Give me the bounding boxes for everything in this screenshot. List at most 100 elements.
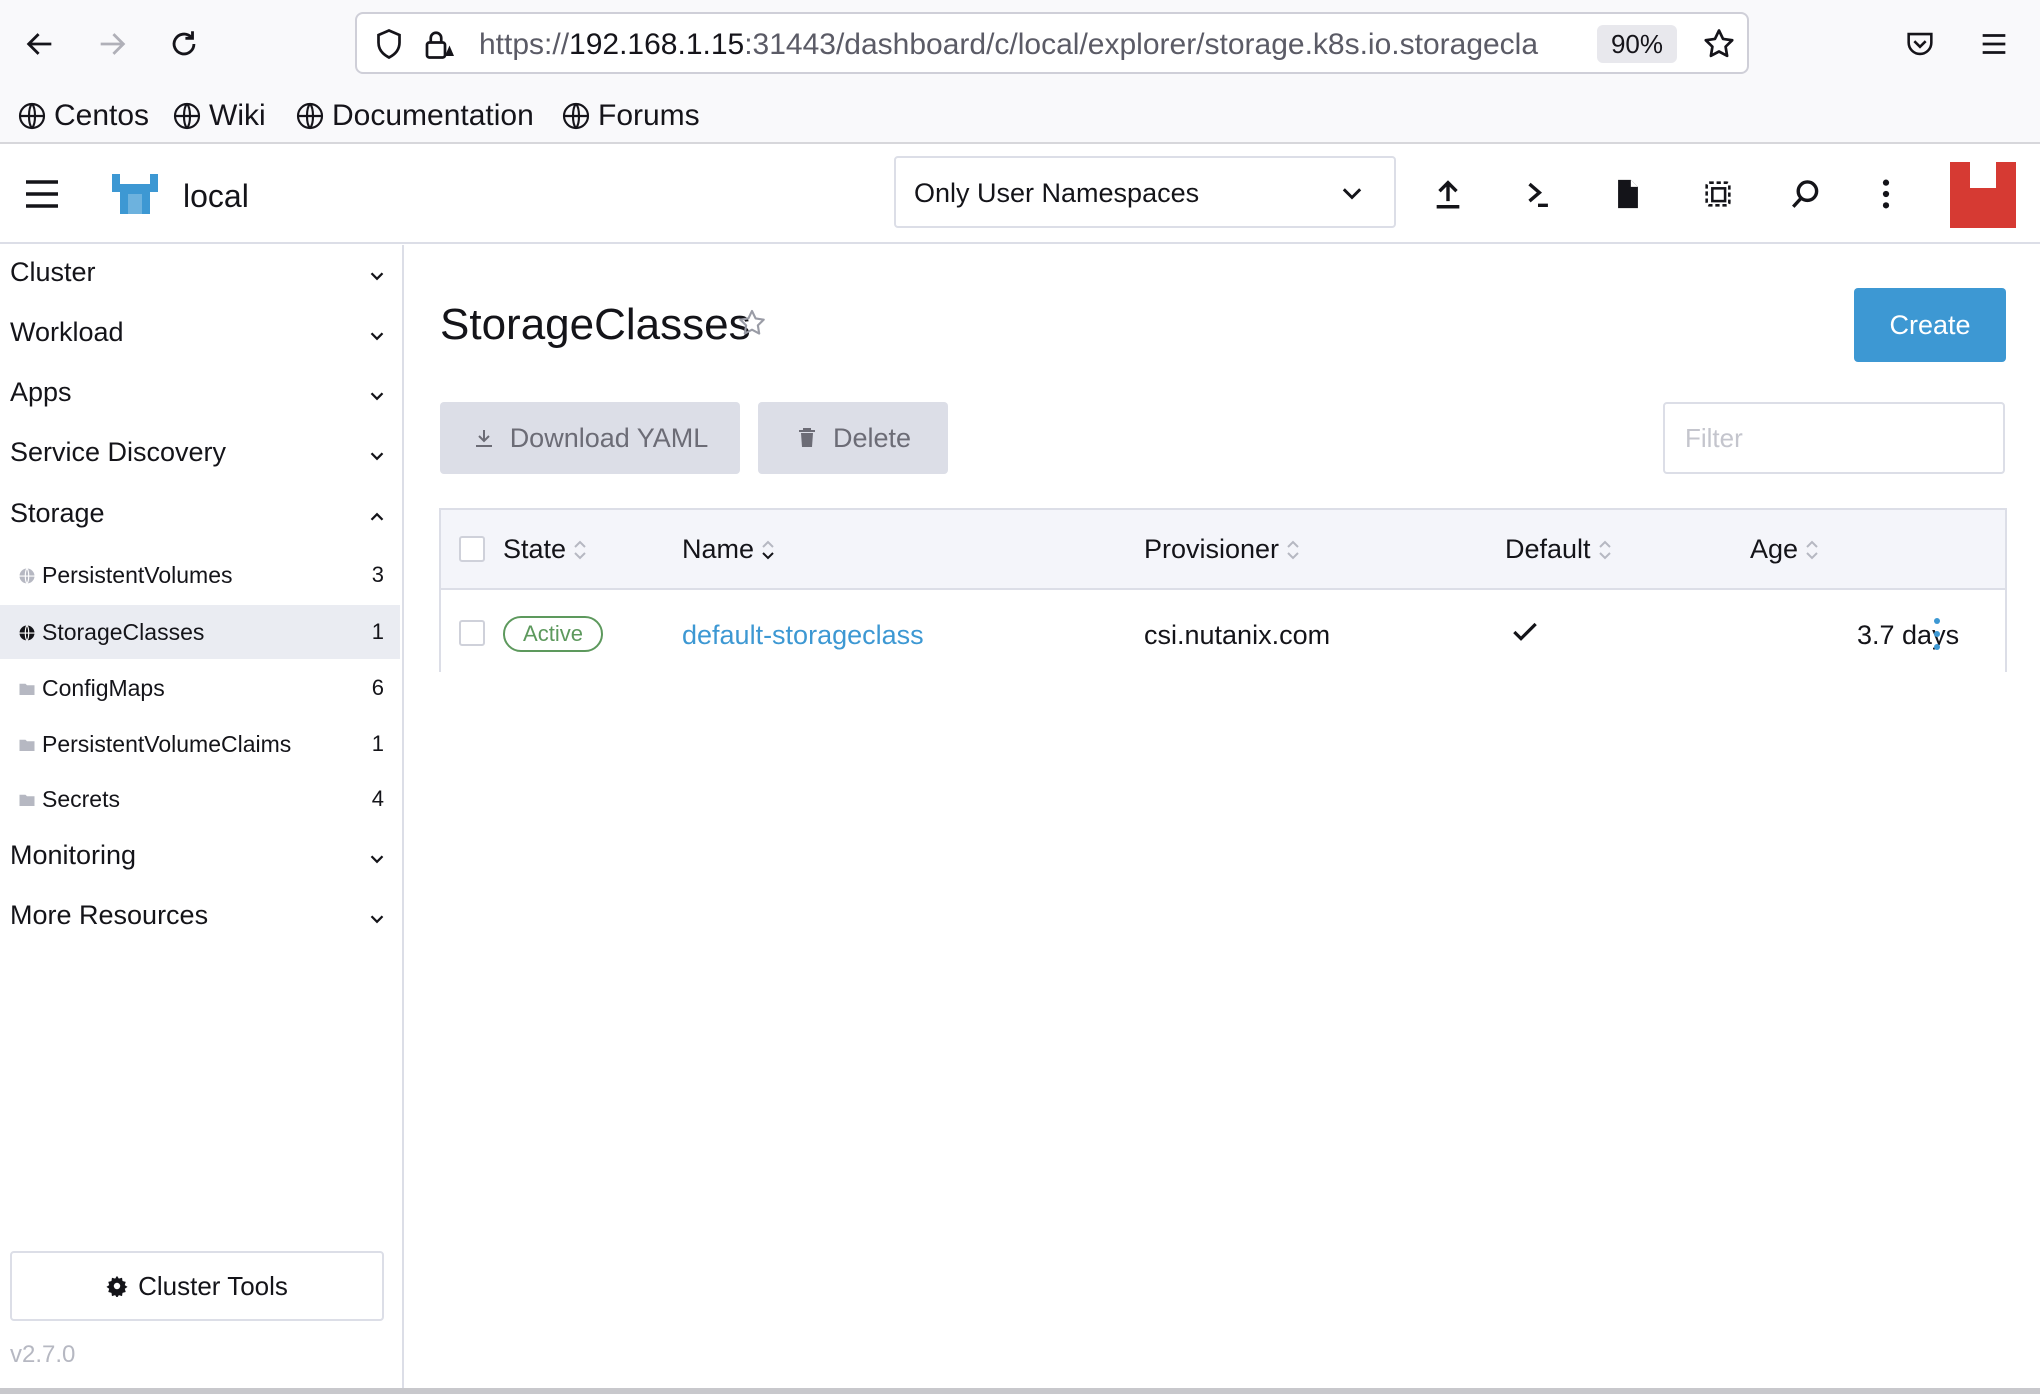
nav-group-monitoring[interactable]: Monitoring — [0, 828, 400, 888]
table-row: Active default-storageclass csi.nutanix.… — [441, 592, 2005, 672]
app-menu-button[interactable] — [1966, 14, 2022, 74]
kubectl-shell-button[interactable] — [1518, 174, 1558, 214]
bookmark-centos[interactable]: Centos — [16, 94, 149, 138]
create-button[interactable]: Create — [1854, 288, 2006, 362]
sidebar-item-count: 4 — [371, 786, 384, 811]
column-label: Provisioner — [1144, 534, 1280, 564]
sidebar-item-count: 1 — [371, 731, 384, 756]
bookmark-label: Documentation — [332, 99, 534, 132]
filter-input[interactable] — [1663, 402, 2005, 474]
nav-group-label: Apps — [10, 377, 72, 407]
download-yaml-button[interactable]: Download YAML — [440, 402, 740, 474]
column-header-provisioner[interactable]: Provisioner — [1144, 534, 1301, 565]
copy-kubeconfig-button[interactable] — [1698, 174, 1738, 214]
app-header: local Only User Namespaces — [0, 146, 2040, 244]
forward-button[interactable] — [84, 14, 140, 74]
column-header-name[interactable]: Name — [682, 534, 776, 565]
star-bookmark-icon[interactable] — [1701, 26, 1737, 62]
sidebar-item-persistentvolumes[interactable]: PersistentVolumes 3 — [0, 548, 400, 602]
sort-icon — [1287, 540, 1299, 559]
folder-icon — [19, 683, 35, 695]
zoom-level-badge[interactable]: 90% — [1597, 25, 1677, 63]
nav-group-workload[interactable]: Workload — [0, 305, 400, 365]
storageclass-name-link[interactable]: default-storageclass — [682, 620, 924, 651]
sidebar-item-storageclasses[interactable]: StorageClasses 1 — [0, 605, 400, 659]
nav-group-apps[interactable]: Apps — [0, 365, 400, 425]
chevron-down-icon — [370, 392, 384, 401]
delete-label: Delete — [832, 422, 912, 453]
nav-group-storage[interactable]: Storage — [0, 486, 400, 546]
sidebar-nav: Cluster Workload Apps Service Discovery … — [0, 245, 404, 1388]
sidebar-item-persistentvolumeclaims[interactable]: PersistentVolumeClaims 1 — [0, 717, 400, 771]
namespace-filter-value: Only User Namespaces — [914, 178, 1200, 208]
main-content: StorageClasses Create Download YAML Dele… — [405, 245, 2040, 1388]
bookmarks-bar: Centos Wiki Documentation Forums — [0, 88, 2040, 144]
storageclasses-table: State Name Provisioner Default Age Activ… — [439, 508, 2007, 672]
nav-group-label: Workload — [10, 317, 124, 347]
bookmark-documentation[interactable]: Documentation — [294, 94, 534, 138]
cluster-tools-label: Cluster Tools — [138, 1270, 288, 1301]
cluster-tools-button[interactable]: Cluster Tools — [10, 1251, 384, 1321]
chevron-down-icon — [370, 332, 384, 341]
sidebar-item-count: 3 — [371, 562, 384, 587]
status-badge: Active — [503, 616, 603, 652]
select-all-checkbox[interactable] — [459, 536, 485, 562]
arrow-left-icon — [26, 33, 52, 55]
sort-icon — [1806, 540, 1818, 559]
sidebar-item-label: PersistentVolumeClaims — [42, 731, 292, 757]
lock-warning-icon[interactable] — [421, 26, 457, 62]
globe-icon — [173, 102, 201, 130]
namespace-filter-dropdown[interactable]: Only User Namespaces — [894, 156, 1396, 228]
cluster-name[interactable]: local — [183, 178, 249, 215]
sidebar-item-secrets[interactable]: Secrets 4 — [0, 772, 400, 826]
sidebar-item-label: Secrets — [42, 786, 120, 812]
nav-group-more-resources[interactable]: More Resources — [0, 888, 400, 948]
shield-icon[interactable] — [371, 26, 407, 62]
row-actions-kebab-icon[interactable] — [1925, 614, 1949, 654]
provisioner-value: csi.nutanix.com — [1144, 620, 1331, 650]
chevron-down-icon — [370, 915, 384, 924]
row-select-checkbox[interactable] — [459, 620, 485, 646]
menu-icon — [1982, 34, 2006, 54]
sort-icon — [574, 540, 586, 559]
sort-icon — [1598, 540, 1611, 559]
gear-icon — [106, 1275, 128, 1297]
nav-group-service-discovery[interactable]: Service Discovery — [0, 425, 400, 485]
reload-button[interactable] — [156, 14, 212, 74]
chevron-down-icon — [1342, 188, 1362, 200]
url-text: https://192.168.1.15:31443/dashboard/c/l… — [479, 28, 1539, 62]
back-button[interactable] — [12, 14, 68, 74]
bookmark-wiki[interactable]: Wiki — [171, 94, 266, 138]
delete-button[interactable]: Delete — [758, 402, 948, 474]
bookmark-forums[interactable]: Forums — [560, 94, 700, 138]
bookmark-label: Wiki — [209, 99, 266, 132]
download-kubeconfig-button[interactable] — [1608, 174, 1648, 214]
globe-icon — [19, 568, 35, 584]
version-label[interactable]: v2.7.0 — [10, 1341, 75, 1369]
column-label: Default — [1505, 534, 1591, 564]
pocket-icon — [1907, 32, 1933, 56]
column-header-state[interactable]: State — [503, 534, 588, 565]
bookmark-label: Forums — [598, 99, 700, 132]
address-bar[interactable]: https://192.168.1.15:31443/dashboard/c/l… — [355, 12, 1749, 74]
column-header-age[interactable]: Age — [1750, 534, 1820, 565]
nav-group-label: Service Discovery — [10, 437, 227, 467]
download-yaml-label: Download YAML — [509, 422, 709, 453]
pocket-button[interactable] — [1892, 14, 1948, 74]
download-icon — [475, 430, 492, 447]
nav-group-cluster[interactable]: Cluster — [0, 245, 400, 305]
more-actions-button[interactable] — [1866, 174, 1906, 214]
import-yaml-button[interactable] — [1428, 174, 1468, 214]
column-header-default[interactable]: Default — [1505, 534, 1613, 565]
globe-icon — [562, 102, 590, 130]
page-title: StorageClasses — [440, 300, 751, 349]
user-avatar[interactable] — [1950, 162, 2016, 228]
chevron-down-icon — [370, 452, 384, 461]
chevron-down-icon — [370, 272, 384, 281]
hamburger-menu-icon[interactable] — [22, 176, 62, 212]
resource-search-button[interactable] — [1786, 174, 1826, 214]
sidebar-item-configmaps[interactable]: ConfigMaps 6 — [0, 661, 400, 715]
star-favorite-icon[interactable] — [736, 307, 768, 339]
upload-icon — [1436, 180, 1460, 209]
nav-group-label: More Resources — [10, 900, 209, 930]
